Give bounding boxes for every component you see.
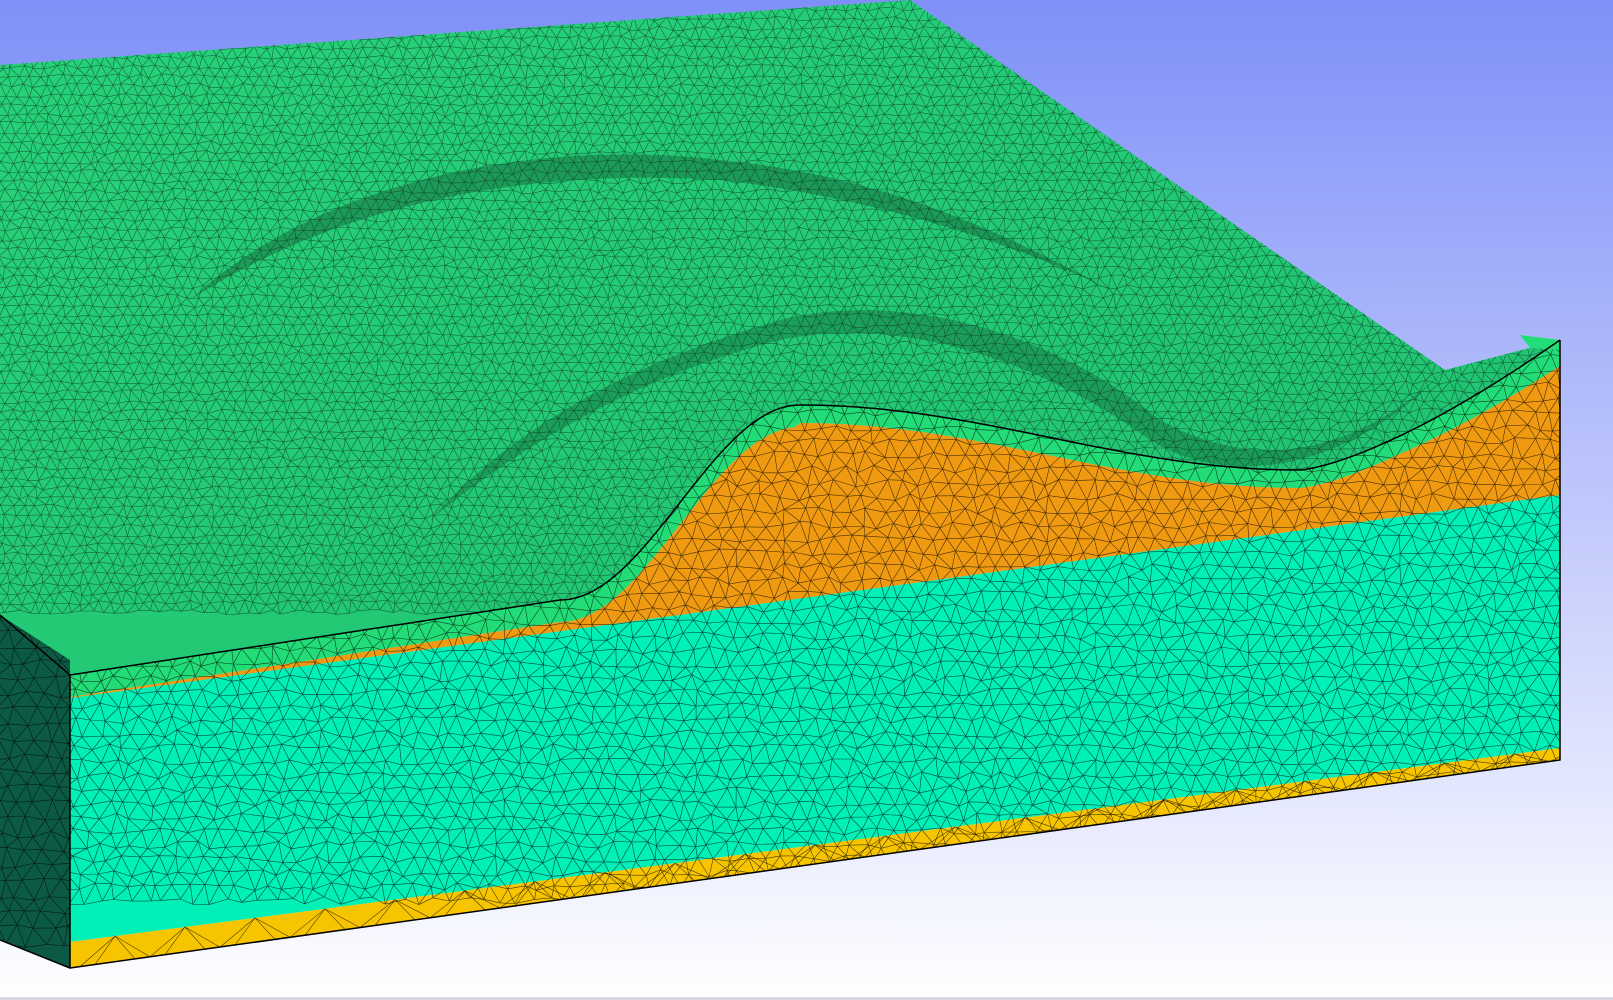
mesh-scene[interactable] xyxy=(0,0,1613,1000)
3d-viewport[interactable] xyxy=(0,0,1613,1000)
